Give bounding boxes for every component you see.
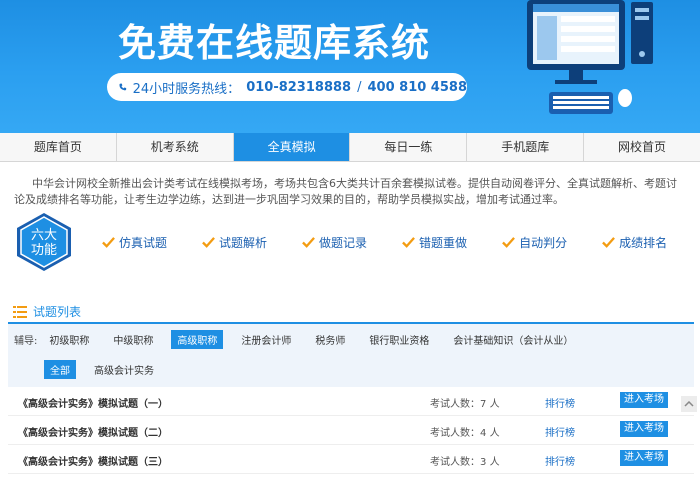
filter-chip-banking[interactable]: 银行职业资格	[363, 330, 435, 349]
hotline-label: 24小时服务热线：	[132, 81, 241, 97]
subfilter-chip-senior-practice[interactable]: 高级会计实务	[88, 360, 160, 379]
leaderboard-link[interactable]: 排行榜	[545, 453, 575, 468]
exam-count-label: 考试人数：	[430, 428, 480, 439]
feature-label: 成绩排名	[619, 236, 668, 250]
exam-row: 《高级会计实务》模拟试题（三） 考试人数：3 人 排行榜 进入考场	[8, 445, 694, 474]
exam-count: 考试人数：4 人	[430, 424, 500, 439]
banner-title: 免费在线题库系统	[118, 21, 431, 65]
filter-chip-accounting-basics[interactable]: 会计基础知识（会计从业）	[447, 330, 579, 349]
feature-item: 试题解析	[202, 234, 267, 251]
exam-count-value: 7	[480, 399, 487, 410]
check-icon	[402, 237, 415, 248]
exam-title: 《高级会计实务》模拟试题（二）	[18, 428, 168, 439]
enter-exam-button[interactable]: 进入考场	[620, 450, 668, 466]
filter-chip-intermediate[interactable]: 中级职称	[107, 330, 159, 349]
filter-chip-senior[interactable]: 高级职称	[171, 329, 224, 349]
exam-count: 考试人数：7 人	[430, 395, 500, 410]
nav-item-mock-exam[interactable]: 全真模拟	[233, 133, 351, 161]
filter-chip-tax-agent[interactable]: 税务师	[309, 330, 351, 349]
list-icon	[13, 305, 27, 318]
exam-list-panel: 辅导: 初级职称 中级职称 高级职称 注册会计师 税务师 银行职业资格 会计基础…	[8, 322, 694, 493]
feature-item: 做题记录	[302, 234, 367, 251]
hotline-number-1: 010-82318888	[246, 79, 352, 95]
badge-line-1: 六大	[30, 228, 57, 243]
feature-item: 错题重做	[402, 234, 467, 251]
feature-label: 自动判分	[519, 236, 568, 250]
hotline-separator: /	[357, 79, 362, 95]
phone-icon	[119, 83, 127, 91]
subcategory-filter-row: 全部 高级会计实务	[8, 354, 694, 384]
leaderboard-link[interactable]: 排行榜	[545, 424, 575, 439]
header-banner: 免费在线题库系统 24小时服务热线： 010-82318888 / 400 81…	[0, 0, 700, 133]
exam-count: 考试人数：3 人	[430, 453, 500, 468]
feature-list: 仿真试题 试题解析 做题记录 错题重做 自动判分 成绩排名	[102, 234, 700, 251]
badge-line-2: 功能	[30, 243, 57, 258]
exam-row: 《高级会计实务》模拟试题（一） 考试人数：7 人 排行榜 进入考场	[8, 387, 694, 416]
filter-chip-junior[interactable]: 初级职称	[43, 330, 95, 349]
hotline-bar: 24小时服务热线： 010-82318888 / 400 810 4588	[107, 73, 467, 101]
exam-count-value: 3	[480, 457, 487, 468]
features-section: 六大 功能 仿真试题 试题解析 做题记录 错题重做 自动判分 成绩排名	[14, 212, 694, 272]
category-filter-row: 辅导: 初级职称 中级职称 高级职称 注册会计师 税务师 银行职业资格 会计基础…	[8, 324, 694, 354]
hotline-number-2: 400 810 4588	[367, 79, 467, 95]
feature-item: 成绩排名	[602, 234, 667, 251]
exam-title: 《高级会计实务》模拟试题（三）	[18, 457, 168, 468]
computer-illustration	[527, 0, 653, 114]
nav-item-computer-exam[interactable]: 机考系统	[117, 133, 234, 161]
scroll-up-button[interactable]	[681, 396, 697, 412]
list-heading: 试题列表	[13, 303, 81, 320]
exam-count-value: 4	[480, 428, 487, 439]
filter-label: 辅导:	[14, 335, 38, 347]
exam-count-label: 考试人数：	[430, 457, 480, 468]
nav-item-home[interactable]: 题库首页	[0, 133, 117, 161]
feature-item: 仿真试题	[102, 234, 167, 251]
intro-text: 中华会计网校全新推出会计类考试在线模拟考场，考场共包含6大类共计百余套模拟试卷。…	[14, 177, 677, 206]
filter-chip-cpa[interactable]: 注册会计师	[235, 330, 297, 349]
leaderboard-link[interactable]: 排行榜	[545, 395, 575, 410]
check-icon	[302, 237, 315, 248]
exam-count-unit: 人	[489, 428, 500, 439]
main-nav: 题库首页 机考系统 全真模拟 每日一练 手机题库 网校首页	[0, 133, 700, 162]
check-icon	[502, 237, 516, 248]
filter-area: 辅导: 初级职称 中级职称 高级职称 注册会计师 税务师 银行职业资格 会计基础…	[8, 324, 694, 387]
nav-item-school-home[interactable]: 网校首页	[584, 133, 700, 161]
exam-count-label: 考试人数：	[430, 399, 480, 410]
feature-item: 自动判分	[502, 234, 567, 251]
chevron-up-icon	[684, 401, 694, 407]
feature-label: 仿真试题	[119, 236, 168, 250]
list-heading-text: 试题列表	[33, 305, 82, 319]
enter-exam-button[interactable]: 进入考场	[620, 392, 668, 408]
feature-label: 做题记录	[319, 236, 368, 250]
feature-label: 试题解析	[219, 236, 268, 250]
enter-exam-button[interactable]: 进入考场	[620, 421, 668, 437]
exam-count-unit: 人	[489, 399, 500, 410]
subfilter-chip-all[interactable]: 全部	[44, 359, 76, 379]
nav-item-daily-practice[interactable]: 每日一练	[350, 133, 468, 161]
hexagon-label: 六大 功能	[14, 228, 74, 258]
exam-count-unit: 人	[489, 457, 500, 468]
nav-item-mobile-bank[interactable]: 手机题库	[467, 133, 585, 161]
exam-title: 《高级会计实务》模拟试题（一）	[18, 399, 168, 410]
check-icon	[602, 237, 616, 248]
exam-row: 《高级会计实务》模拟试题（二） 考试人数：4 人 排行榜 进入考场	[8, 416, 694, 445]
check-icon	[102, 237, 115, 248]
feature-label: 错题重做	[419, 236, 468, 250]
check-icon	[202, 237, 215, 248]
